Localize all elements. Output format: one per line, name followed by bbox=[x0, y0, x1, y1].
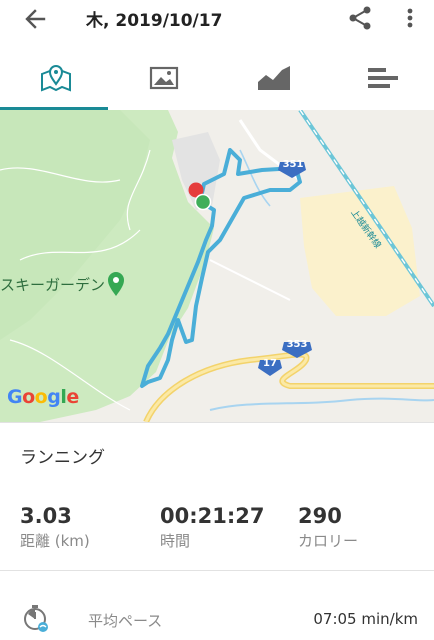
tab-map[interactable] bbox=[0, 44, 108, 110]
tab-photos[interactable] bbox=[108, 44, 216, 110]
divider bbox=[0, 422, 434, 423]
road-shield-353-label: 353 bbox=[286, 339, 308, 350]
route-map[interactable]: 351 353 17 上越新幹線 スキーガーデン Google bbox=[0, 110, 434, 422]
calories-stat: 290 カロリー bbox=[298, 504, 358, 551]
place-label: スキーガーデン bbox=[0, 276, 106, 294]
activity-type: ランニング bbox=[20, 448, 105, 468]
google-logo: Google bbox=[7, 386, 79, 408]
calories-value: 290 bbox=[298, 504, 342, 528]
distance-label: 距離 (km) bbox=[20, 532, 90, 550]
distance-stat: 3.03 距離 (km) bbox=[20, 504, 90, 551]
map-pin-icon bbox=[41, 65, 71, 92]
tab-charts[interactable] bbox=[216, 44, 324, 110]
distance-value: 3.03 bbox=[20, 504, 72, 528]
image-icon bbox=[149, 66, 179, 90]
pace-value: 07:05 min/km bbox=[313, 610, 418, 628]
pace-label: 平均ペース bbox=[88, 612, 163, 630]
share-icon[interactable] bbox=[346, 4, 374, 32]
arrow-back-icon[interactable] bbox=[20, 4, 50, 34]
more-vert-icon[interactable] bbox=[400, 4, 420, 32]
road-shield-17-label: 17 bbox=[263, 358, 277, 369]
tab-splits[interactable] bbox=[326, 44, 434, 110]
road-shield-351-label: 351 bbox=[282, 159, 304, 170]
tab-bar bbox=[0, 44, 434, 110]
time-value: 00:21:27 bbox=[160, 504, 265, 528]
page-title: 木, 2019/10/17 bbox=[86, 11, 223, 31]
time-stat: 00:21:27 時間 bbox=[160, 504, 264, 551]
map-canvas bbox=[0, 110, 434, 422]
divider bbox=[0, 570, 434, 571]
app-bar: 木, 2019/10/17 bbox=[0, 0, 434, 40]
area-chart-icon bbox=[257, 64, 291, 90]
bars-icon bbox=[368, 68, 398, 88]
time-label: 時間 bbox=[160, 532, 191, 550]
calories-label: カロリー bbox=[298, 532, 359, 550]
pace-stopwatch-icon bbox=[24, 605, 48, 632]
